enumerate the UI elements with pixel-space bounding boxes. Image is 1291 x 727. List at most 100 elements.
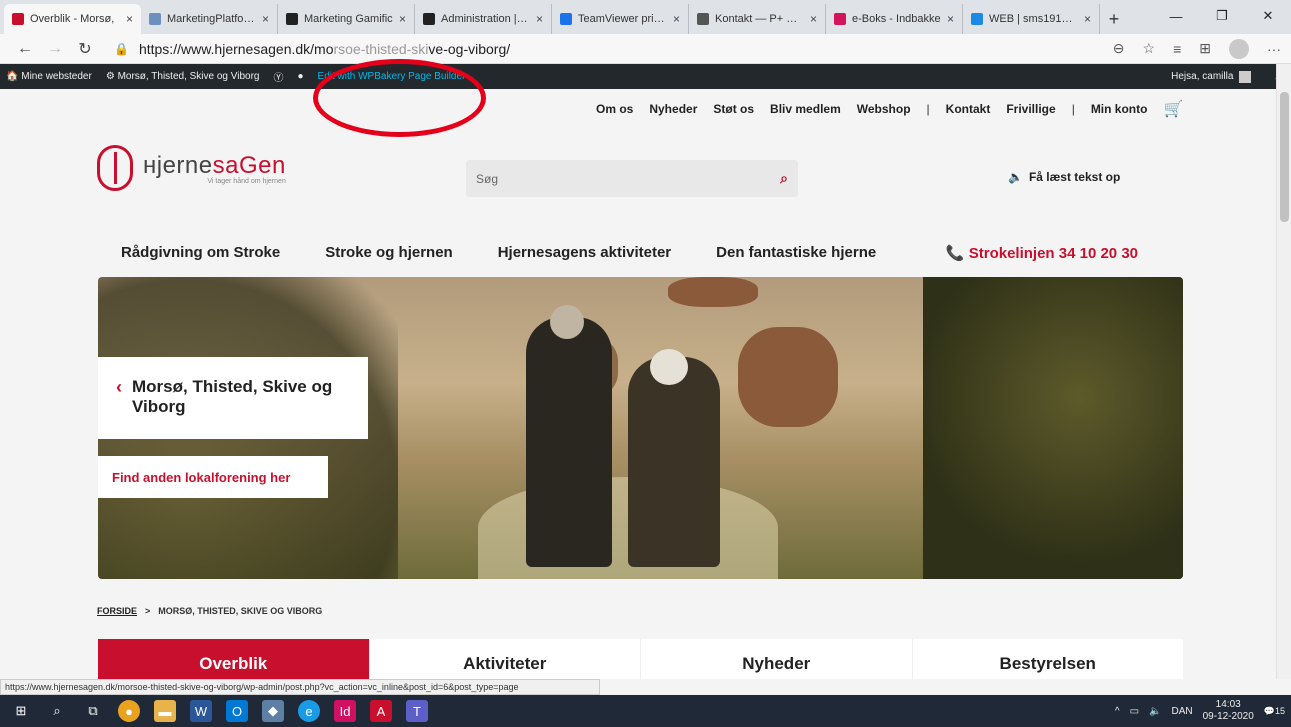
maximize-button[interactable]: ❐ — [1199, 0, 1245, 32]
favorite-star-icon[interactable]: ☆ — [1143, 40, 1156, 57]
forward-icon[interactable]: → — [40, 40, 70, 58]
speaker-icon: 🔈 — [1008, 170, 1023, 184]
tab-activities[interactable]: Aktiviteter — [368, 639, 640, 679]
tab-close-icon[interactable]: × — [126, 12, 133, 26]
more-menu-icon[interactable]: ··· — [1267, 41, 1281, 57]
main-navigation: Rådgivning om Stroke Stroke og hjernen H… — [121, 244, 1183, 262]
read-aloud-button[interactable]: 🔈 Få læst tekst op — [1008, 170, 1120, 184]
chevron-left-icon[interactable]: ‹ — [116, 377, 122, 419]
breadcrumb: FORSIDE > MORSØ, THISTED, SKIVE OG VIBOR… — [97, 606, 322, 616]
top-nav-item[interactable]: Bliv medlem — [770, 102, 841, 116]
top-nav-item[interactable]: Om os — [596, 102, 633, 116]
tab-list: Overblik - Morsø, × MarketingPlatform × Mark… — [4, 4, 1100, 34]
top-nav-item[interactable]: Nyheder — [649, 102, 697, 116]
tab-favicon-icon — [971, 13, 983, 25]
top-nav-item[interactable]: Frivillige — [1006, 102, 1055, 116]
lock-icon: 🔒 — [114, 41, 129, 56]
collections-icon[interactable]: ⊞ — [1199, 40, 1211, 57]
browser-tab[interactable]: e-Boks - Indbakke × — [826, 4, 963, 34]
user-avatar — [1239, 70, 1252, 83]
browser-tab[interactable]: Marketing Gamific × — [278, 4, 415, 34]
profile-avatar[interactable] — [1229, 38, 1249, 59]
tab-title: MarketingPlatform — [167, 13, 256, 25]
tab-favicon-icon — [149, 13, 161, 25]
refresh-icon[interactable]: ↻ — [70, 39, 100, 59]
network-icon[interactable]: ▭ — [1130, 706, 1139, 717]
nav-item-fantastic-brain[interactable]: Den fantastiske hjerne — [716, 244, 876, 262]
nav-item-stroke-brain[interactable]: Stroke og hjernen — [325, 244, 453, 262]
tray-arrow-icon[interactable]: ^ — [1115, 706, 1120, 717]
tab-close-icon[interactable]: × — [1084, 12, 1091, 26]
file-explorer-icon[interactable]: ▬ — [154, 700, 176, 722]
clock-time: 14:03 — [1215, 699, 1241, 710]
chrome-icon[interactable]: ● — [118, 700, 140, 722]
browser-tab[interactable]: Overblik - Morsø, × — [4, 4, 141, 34]
tab-close-icon[interactable]: × — [399, 12, 406, 26]
top-nav-item[interactable]: Min konto — [1091, 102, 1148, 116]
zoom-icon[interactable]: ⊖ — [1113, 40, 1125, 57]
logo-name-a: нjerne — [143, 151, 213, 179]
indesign-icon[interactable]: Id — [334, 700, 356, 722]
url-text: https://www.hjernesagen.dk/mo — [138, 40, 334, 57]
top-nav-item[interactable]: Støt os — [713, 102, 754, 116]
yoast-icon[interactable]: Ⓨ — [274, 69, 284, 84]
tab-board[interactable]: Bestyrelsen — [911, 639, 1183, 679]
close-window-button[interactable]: ✕ — [1245, 0, 1291, 32]
stroke-phone-link[interactable]: 📞 Strokelinjen 34 10 20 30 — [946, 244, 1183, 262]
top-navigation: Om os Nyheder Støt os Bliv medlem Webshop | Ko… — [596, 99, 1183, 119]
new-tab-button[interactable]: + — [1100, 4, 1128, 34]
nav-item-activities[interactable]: Hjernesagens aktiviteter — [498, 244, 671, 262]
language-indicator[interactable]: DAN — [1171, 706, 1192, 717]
breadcrumb-home[interactable]: FORSIDE — [97, 606, 137, 616]
browser-tab[interactable]: TeamViewer pris: F × — [552, 4, 689, 34]
top-nav-item[interactable]: Webshop — [857, 102, 911, 116]
notification-icon[interactable]: 💬15 — [1264, 706, 1285, 717]
tab-favicon-icon — [286, 13, 298, 25]
app-icon[interactable]: ◆ — [262, 700, 284, 722]
status-dot-icon: ● — [297, 71, 304, 82]
top-nav-item[interactable]: Kontakt — [946, 102, 991, 116]
browser-tab[interactable]: Administration | Le × — [415, 4, 552, 34]
back-icon[interactable]: ← — [10, 40, 40, 58]
task-view-icon[interactable]: ⧉ — [82, 700, 104, 722]
address-bar: ← → ↻ 🔒 https://www.hjernesagen.dk/morso… — [0, 34, 1291, 64]
tab-title: Marketing Gamific — [304, 13, 393, 25]
taskbar-search-icon[interactable]: ⌕ — [46, 700, 68, 722]
volume-icon[interactable]: 🔈 — [1149, 706, 1161, 717]
wp-site-name[interactable]: ⚙ Morsø, Thisted, Skive og Viborg — [106, 71, 260, 82]
site-logo[interactable]: нjernesaGen Vi tager hånd om hjernen — [97, 145, 286, 191]
tab-title: WEB | sms1919.dk — [989, 13, 1078, 25]
outlook-icon[interactable]: O — [226, 700, 248, 722]
cart-icon[interactable]: 🛒 — [1163, 99, 1183, 119]
web-page: Om os Nyheder Støt os Bliv medlem Webshop | Ko… — [0, 89, 1276, 679]
tab-news[interactable]: Nyheder — [640, 639, 912, 679]
minimize-button[interactable]: — — [1153, 0, 1199, 32]
browser-tab[interactable]: Kontakt — P+ Pen × — [689, 4, 826, 34]
scrollbar-thumb[interactable] — [1280, 92, 1289, 222]
tab-close-icon[interactable]: × — [947, 12, 954, 26]
acrobat-icon[interactable]: A — [370, 700, 392, 722]
url-field[interactable]: 🔒 https://www.hjernesagen.dk/morsoe-this… — [114, 41, 1113, 57]
browser-tab[interactable]: MarketingPlatform × — [141, 4, 278, 34]
find-other-branch-link[interactable]: Find anden lokalforening her — [98, 456, 328, 498]
tab-overview[interactable]: Overblik — [98, 639, 369, 679]
windows-start-icon[interactable]: ⊞ — [10, 700, 32, 722]
browser-tab[interactable]: WEB | sms1919.dk × — [963, 4, 1100, 34]
tab-close-icon[interactable]: × — [262, 12, 269, 26]
tab-close-icon[interactable]: × — [810, 12, 817, 26]
favorites-list-icon[interactable]: ≡ — [1173, 41, 1181, 57]
tab-close-icon[interactable]: × — [536, 12, 543, 26]
wp-my-sites[interactable]: 🏠 Mine websteder — [6, 71, 92, 82]
search-icon[interactable]: ⌕ — [780, 170, 788, 187]
nav-item-stroke-advice[interactable]: Rådgivning om Stroke — [121, 244, 280, 262]
scrollbar[interactable] — [1276, 64, 1291, 679]
teams-icon[interactable]: T — [406, 700, 428, 722]
brain-logo-icon — [97, 145, 133, 191]
status-bar-url: https://www.hjernesagen.dk/morsoe-thiste… — [0, 679, 600, 695]
edge-icon[interactable]: e — [298, 700, 320, 722]
wp-user-greeting[interactable]: Hejsa, camilla — [1171, 70, 1252, 83]
clock[interactable]: 14:03 09-12-2020 — [1203, 699, 1254, 723]
word-icon[interactable]: W — [190, 700, 212, 722]
tab-close-icon[interactable]: × — [673, 12, 680, 26]
search-input[interactable]: Søg ⌕ — [466, 160, 798, 197]
